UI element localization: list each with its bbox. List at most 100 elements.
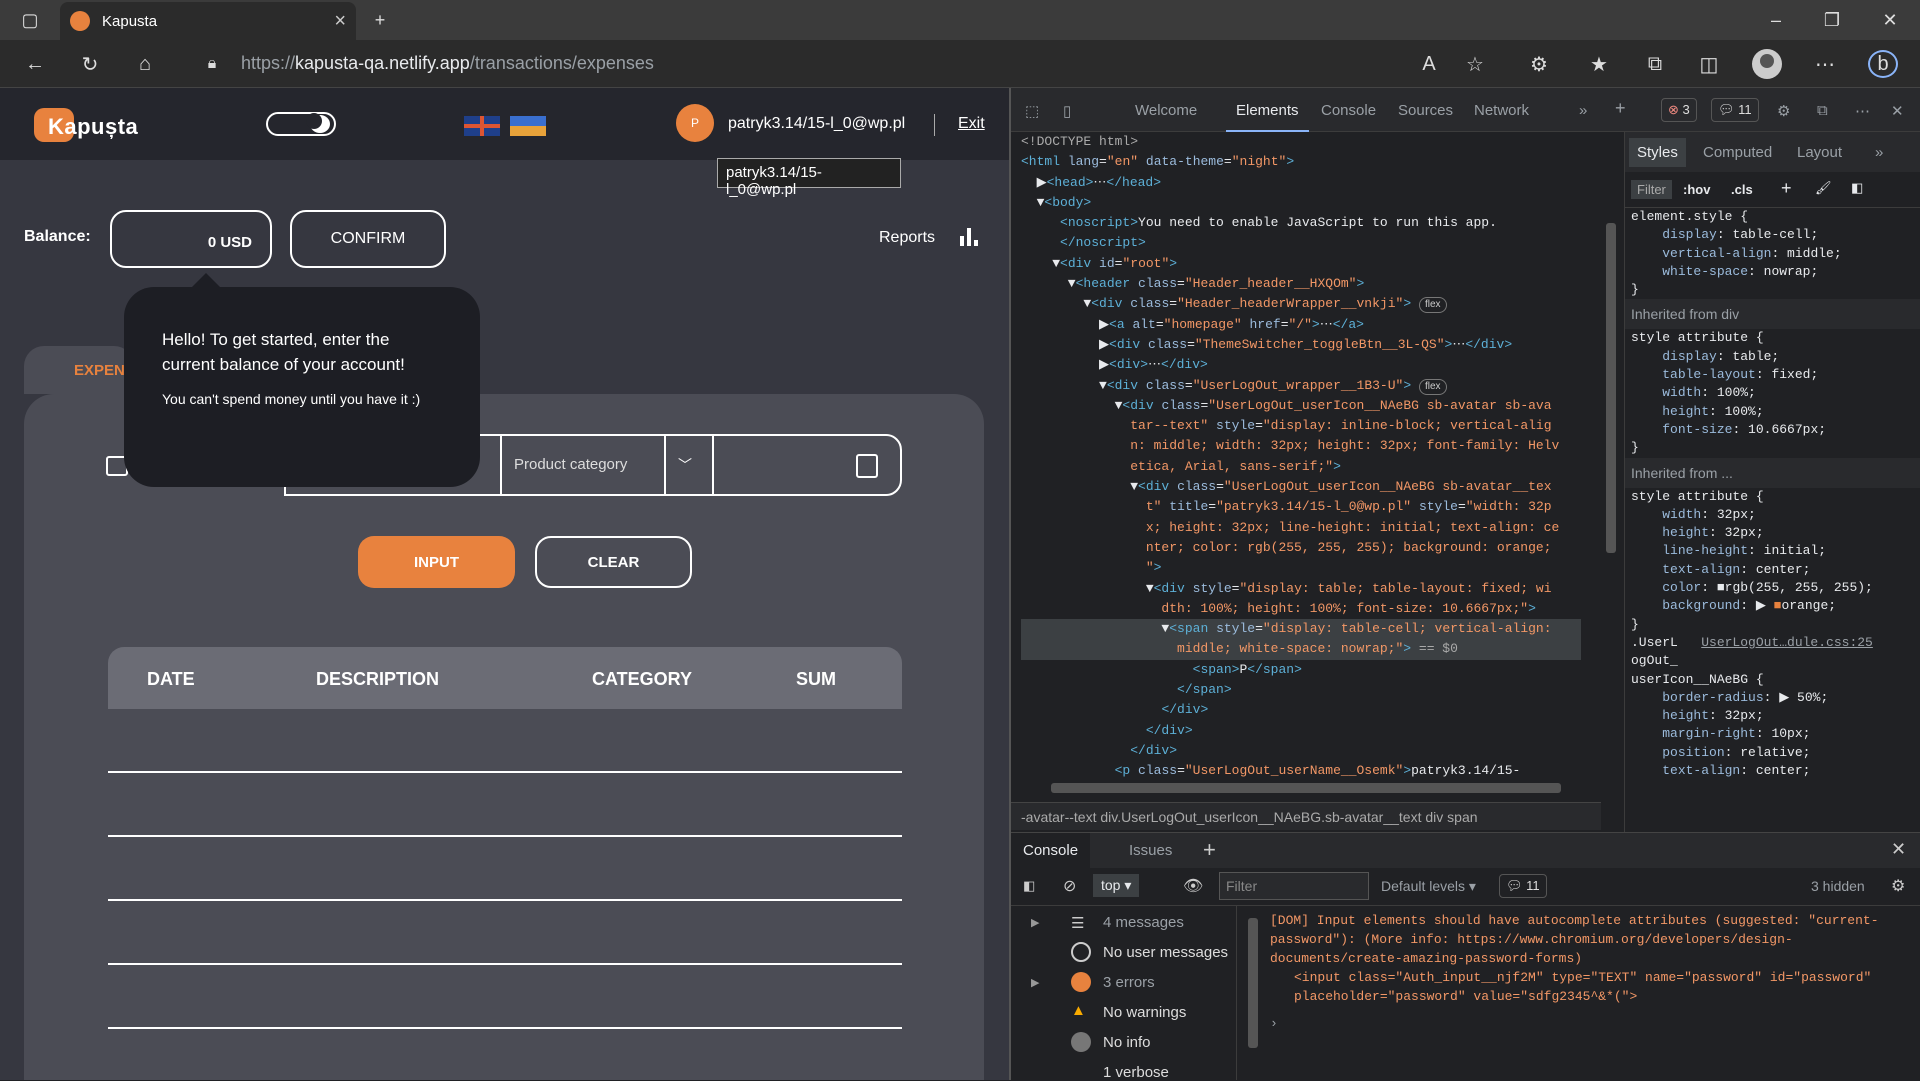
dom-line[interactable]: ▶<head>⋯</head> xyxy=(1021,173,1581,193)
rule-line[interactable]: height: 32px; xyxy=(1625,707,1920,725)
calculator-icon[interactable] xyxy=(856,454,878,478)
flag-uk-icon[interactable] xyxy=(464,116,500,136)
rule-line[interactable]: display: table; xyxy=(1625,348,1920,366)
sidebar-info[interactable]: No info xyxy=(1103,1034,1151,1051)
dom-line[interactable]: <p class="UserLogOut_userName__Osemk">pa… xyxy=(1021,761,1581,781)
dom-line[interactable]: ▶<a alt="homepage" href="/">⋯</a> xyxy=(1021,315,1581,335)
flag-ua-icon[interactable] xyxy=(510,116,546,136)
add-tab-icon[interactable]: + xyxy=(1615,98,1626,119)
console-filter-input[interactable]: Filter xyxy=(1219,872,1369,900)
tab-layout[interactable]: Layout xyxy=(1797,144,1842,161)
minimize-icon[interactable]: – xyxy=(1762,6,1790,34)
dom-line[interactable]: ▼<body> xyxy=(1021,193,1581,213)
exit-link[interactable]: Exit xyxy=(958,115,985,133)
expand-icon[interactable]: ▶ xyxy=(1031,976,1039,989)
errors-badge[interactable]: ⊗ 3 xyxy=(1661,98,1697,122)
dom-line[interactable]: </div> xyxy=(1021,700,1581,720)
elements-hscrollbar[interactable] xyxy=(1051,783,1561,793)
tab-welcome[interactable]: Welcome xyxy=(1135,102,1197,119)
home-icon[interactable]: ⌂ xyxy=(130,50,160,78)
sidebar-errors[interactable]: 3 errors xyxy=(1103,974,1155,991)
tab-styles[interactable]: Styles xyxy=(1629,138,1686,167)
logo-text[interactable]: Kapușta xyxy=(48,114,138,140)
close-devtools-icon[interactable]: ✕ xyxy=(1891,102,1904,120)
rule-line[interactable]: line-height: initial; xyxy=(1625,542,1920,560)
dom-line[interactable]: ▼<header class="Header_header__HXQOm"> xyxy=(1021,274,1581,294)
default-levels-select[interactable]: Default levels ▾ xyxy=(1381,878,1476,895)
context-select[interactable]: top ▾ xyxy=(1093,874,1140,897)
close-window-icon[interactable]: ✕ xyxy=(1876,6,1904,34)
tab-computed[interactable]: Computed xyxy=(1703,144,1772,161)
drawer-tab-issues[interactable]: Issues xyxy=(1129,842,1172,859)
copilot-icon[interactable]: b xyxy=(1868,50,1898,78)
rule-line[interactable]: margin-right: 10px; xyxy=(1625,725,1920,743)
lock-icon[interactable]: 🔒︎ xyxy=(197,50,227,78)
dom-line[interactable]: </noscript> xyxy=(1021,233,1581,253)
tab-sources[interactable]: Sources xyxy=(1398,102,1453,119)
customize-icon[interactable]: ⧉ xyxy=(1817,102,1828,119)
dom-line[interactable]: <html lang="en" data-theme="night"> xyxy=(1021,152,1581,172)
devtools-more-icon[interactable]: ⋯ xyxy=(1855,102,1870,120)
sidebar-messages[interactable]: 4 messages xyxy=(1103,914,1184,931)
breadcrumb[interactable]: -avatar--text div.UserLogOut_userIcon__N… xyxy=(1011,802,1601,830)
rule-line[interactable]: table-layout: fixed; xyxy=(1625,366,1920,384)
dom-line[interactable]: t" title="patryk3.14/15-l_0@wp.pl" style… xyxy=(1021,497,1581,517)
dom-line[interactable]: </div> xyxy=(1021,721,1581,741)
clear-console-icon[interactable]: ⊘ xyxy=(1063,876,1076,896)
tab-expenses[interactable]: EXPEN xyxy=(24,346,134,394)
drawer-tab-console[interactable]: Console xyxy=(1011,833,1091,869)
back-icon[interactable]: ← xyxy=(20,50,50,78)
rule-line[interactable]: vertical-align: middle; xyxy=(1625,245,1920,263)
device-icon[interactable]: ▯ xyxy=(1063,102,1071,120)
dom-line[interactable]: ▶<div class="ThemeSwitcher_toggleBtn__3L… xyxy=(1021,335,1581,355)
styles-filter-input[interactable]: Filter xyxy=(1631,180,1672,199)
input-button[interactable]: INPUT xyxy=(358,536,515,588)
tab-elements[interactable]: Elements xyxy=(1226,102,1308,132)
console-snippet[interactable]: <input class="Auth_input__njf2M" type="T… xyxy=(1246,968,1906,1006)
rule-line[interactable]: position: relative; xyxy=(1625,744,1920,762)
reports-link[interactable]: Reports xyxy=(879,229,935,247)
profile-avatar[interactable] xyxy=(1752,49,1782,79)
more-panes-icon[interactable]: » xyxy=(1875,144,1883,161)
rule-line[interactable]: border-radius: ▶ 50%; xyxy=(1625,689,1920,707)
dom-line[interactable]: ▼<div style="display: table; table-layou… xyxy=(1021,579,1581,599)
rule-line[interactable]: width: 32px; xyxy=(1625,506,1920,524)
console-sidebar-icon[interactable]: ◧ xyxy=(1023,878,1035,894)
dom-line[interactable]: nter; color: rgb(255, 255, 255); backgro… xyxy=(1021,538,1581,558)
rule-line[interactable]: height: 32px; xyxy=(1625,524,1920,542)
dom-line[interactable]: ▼<div class="UserLogOut_userIcon__NAeBG … xyxy=(1021,477,1581,497)
sidebar-user-messages[interactable]: No user messages xyxy=(1103,944,1228,961)
dom-line[interactable]: n: middle; width: 32px; height: 32px; fo… xyxy=(1021,436,1581,456)
dom-line[interactable]: <!DOCTYPE html> xyxy=(1021,132,1581,152)
settings-icon[interactable]: ⚙ xyxy=(1777,102,1790,120)
bar-chart-icon[interactable] xyxy=(960,228,980,246)
balance-input[interactable]: 0 USD xyxy=(110,210,272,268)
cls-toggle[interactable]: .cls xyxy=(1731,182,1753,197)
sidebar-toggle-icon[interactable]: ◧ xyxy=(1851,180,1863,196)
dom-line[interactable]: dth: 100%; height: 100%; font-size: 10.6… xyxy=(1021,599,1581,619)
rule-line[interactable]: height: 100%; xyxy=(1625,403,1920,421)
rule-line[interactable]: color: ■rgb(255, 255, 255); xyxy=(1625,579,1920,597)
new-tab-icon[interactable]: + xyxy=(366,6,394,34)
dom-line[interactable]: "> xyxy=(1021,558,1581,578)
more-tabs-icon[interactable]: » xyxy=(1579,102,1587,119)
console-messages-badge[interactable]: 💬︎ 11 xyxy=(1499,874,1547,898)
hov-toggle[interactable]: :hov xyxy=(1683,182,1710,197)
drawer-add-icon[interactable]: + xyxy=(1203,837,1216,863)
close-tab-icon[interactable]: × xyxy=(334,10,346,33)
rule-line[interactable]: display: table-cell; xyxy=(1625,226,1920,244)
rule-line[interactable]: text-align: center; xyxy=(1625,762,1920,780)
collections-icon[interactable]: ⧉ xyxy=(1640,50,1670,78)
dom-line[interactable]: ▶<div>⋯</div> xyxy=(1021,355,1581,375)
live-expression-icon[interactable]: 👁︎ xyxy=(1183,876,1203,896)
dom-line[interactable]: ▼<div id="root"> xyxy=(1021,254,1581,274)
rule-line[interactable]: white-space: nowrap; xyxy=(1625,263,1920,281)
rule-line[interactable]: width: 100%; xyxy=(1625,384,1920,402)
theme-toggle[interactable] xyxy=(266,112,336,136)
dom-line-selected[interactable]: ▼<span style="display: table-cell; verti… xyxy=(1021,619,1581,640)
tab-console[interactable]: Console xyxy=(1321,102,1376,119)
inspect-icon[interactable]: ⬚ xyxy=(1025,102,1039,120)
dom-line[interactable]: ▼<div class="UserLogOut_userIcon__NAeBG … xyxy=(1021,396,1581,416)
dom-line[interactable]: ▼<div class="Header_headerWrapper__vnkji… xyxy=(1021,294,1581,314)
rule-line[interactable]: font-size: 10.6667px; xyxy=(1625,421,1920,439)
